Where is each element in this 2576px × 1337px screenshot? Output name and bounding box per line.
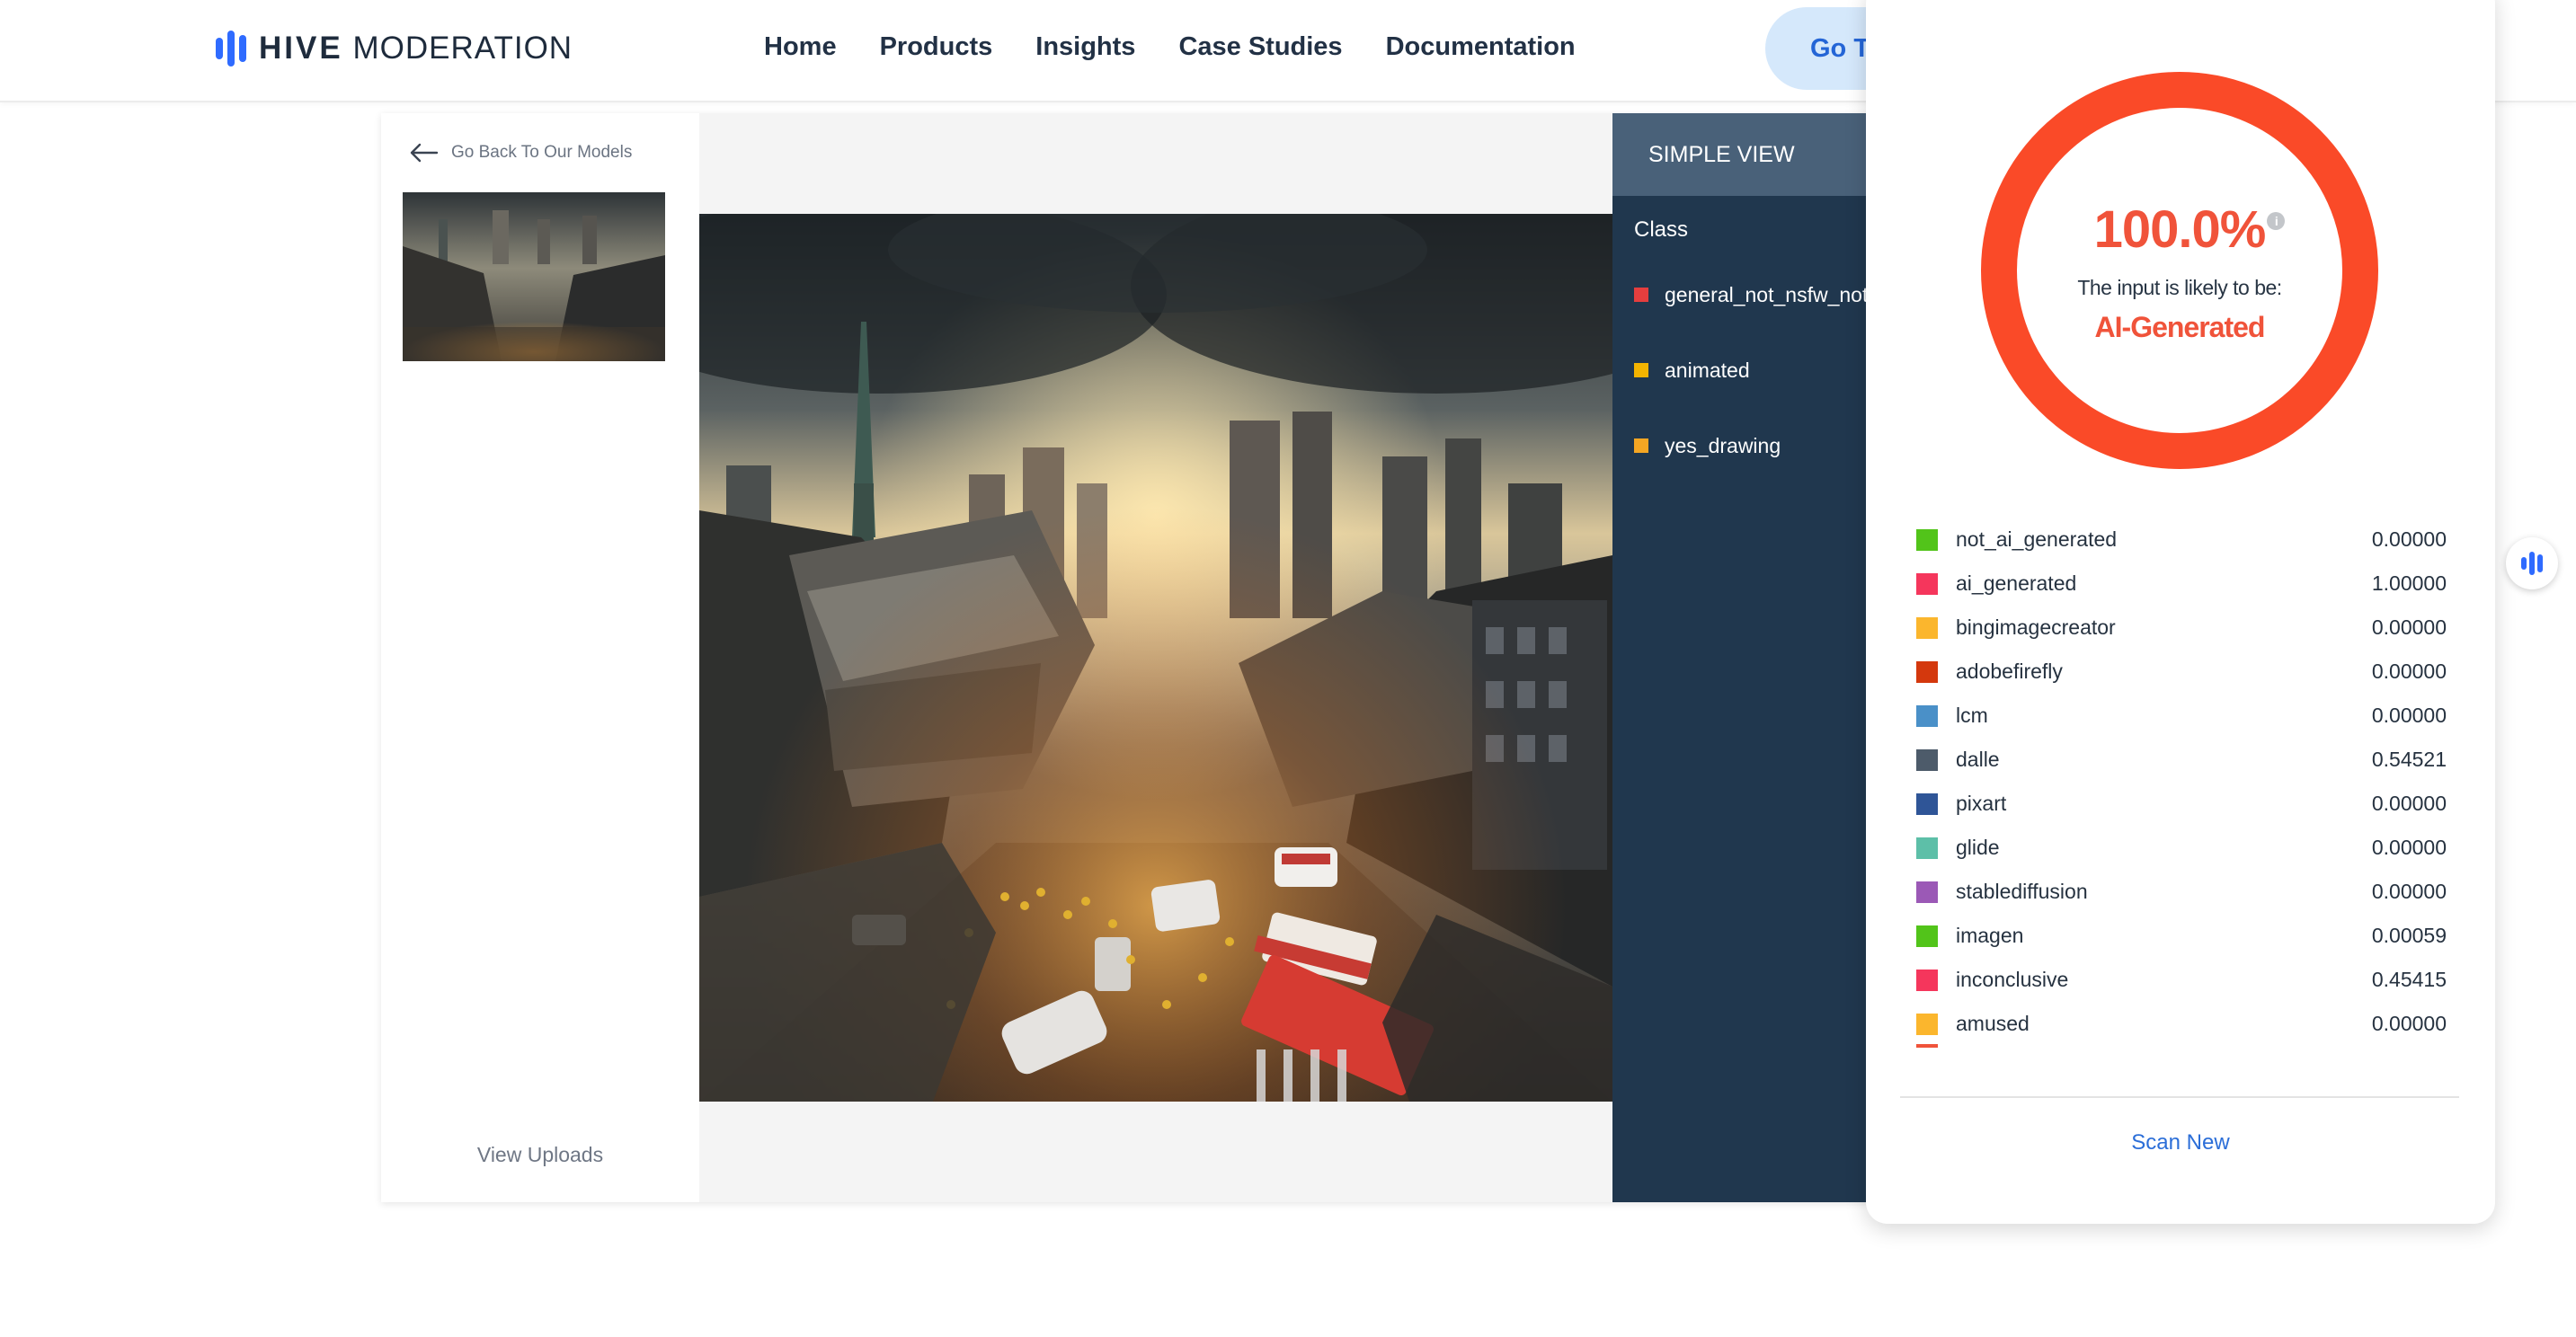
class-column-header: Class: [1634, 217, 1689, 242]
score-value: 0.45415: [2371, 968, 2447, 991]
nav-documentation[interactable]: Documentation: [1386, 27, 1576, 66]
score-row: adobefirefly 0.00000: [1916, 650, 2447, 694]
image-preview-area: [699, 113, 1612, 1202]
back-link-label: Go Back To Our Models: [451, 143, 633, 162]
class-label: yes_drawing: [1665, 433, 1781, 457]
ai-detection-result-popup: 100.0% i The input is likely to be: AI-G…: [1866, 0, 2495, 1224]
score-row: bingimagecreator 0.00000: [1916, 606, 2447, 650]
score-name: pixart: [1956, 792, 2007, 815]
score-row: amused 0.00000: [1916, 1002, 2447, 1046]
score-row: imagen 0.00059: [1916, 914, 2447, 958]
score-name: ai_generated: [1956, 571, 2077, 595]
score-value: 0.00000: [2371, 660, 2447, 683]
score-name: dalle: [1956, 748, 2000, 771]
score-value: 0.54521: [2371, 748, 2447, 771]
score-color-swatch: [1916, 704, 1938, 727]
likely-label: The input is likely to be:: [2077, 276, 2282, 299]
score-row: not_ai_generated 0.00000: [1916, 518, 2447, 562]
popup-divider: [1900, 1096, 2459, 1098]
hive-widget-launcher-icon[interactable]: [2506, 537, 2558, 589]
percent-value: 100.0%: [2093, 200, 2267, 259]
ring-content: 100.0% i The input is likely to be: AI-G…: [2017, 108, 2342, 433]
simple-view-panel: SIMPLE VIEW Class general_not_nsfw_not_s…: [1612, 113, 1909, 1202]
nav-products[interactable]: Products: [880, 27, 993, 66]
class-label: animated: [1665, 358, 1750, 382]
score-name: glide: [1956, 836, 2000, 859]
simple-view-tab[interactable]: SIMPLE VIEW: [1612, 113, 1909, 196]
model-score-list[interactable]: not_ai_generated 0.00000 ai_generated 1.00…: [1916, 518, 2447, 1057]
nav-home[interactable]: Home: [764, 27, 837, 66]
score-value: 0.00000: [2371, 615, 2447, 639]
score-name: not_ai_generated: [1956, 527, 2118, 551]
score-value: 0.00000: [2371, 836, 2447, 859]
score-color-swatch: [1916, 925, 1938, 947]
class-item: animated: [1634, 352, 1750, 388]
verdict-label: AI-Generated: [2094, 311, 2266, 343]
score-name: bingimagecreator: [1956, 615, 2116, 639]
score-name: stablediffusion: [1956, 880, 2088, 903]
score-row: glide 0.00000: [1916, 826, 2447, 870]
score-value: 1.00000: [2371, 571, 2447, 595]
logo-text: HIVE MODERATION: [259, 31, 573, 66]
score-row: inconclusive 0.45415: [1916, 958, 2447, 1002]
score-row: stablediffusion 0.00000: [1916, 870, 2447, 914]
score-row: dalle 0.54521: [1916, 738, 2447, 782]
class-color-swatch: [1634, 288, 1648, 302]
demo-card: Go Back To Our Models View Uploads SIMPL…: [381, 113, 1909, 1202]
info-icon[interactable]: i: [2267, 212, 2286, 230]
score-value: 0.00000: [2371, 527, 2447, 551]
thumbnail-image: [403, 192, 665, 361]
upload-thumbnail[interactable]: [403, 192, 665, 361]
score-value: 0.00000: [2371, 1012, 2447, 1035]
next-row-swatch-cutoff: [1916, 1044, 1938, 1048]
city-disaster-image: [699, 214, 1612, 1102]
score-name: amused: [1956, 1012, 2030, 1035]
score-row: ai_generated 1.00000: [1916, 562, 2447, 606]
score-row: lcm 0.00000: [1916, 694, 2447, 738]
analyzed-image: [699, 214, 1612, 1102]
score-color-swatch: [1916, 792, 1938, 815]
back-to-models-link[interactable]: Go Back To Our Models: [408, 142, 632, 164]
arrow-left-icon: [410, 143, 439, 163]
score-color-swatch: [1916, 1013, 1938, 1035]
score-color-swatch: [1916, 616, 1938, 639]
score-color-swatch: [1916, 837, 1938, 859]
class-item: yes_drawing: [1634, 428, 1781, 464]
score-color-swatch: [1916, 528, 1938, 551]
score-value: 0.00059: [2371, 924, 2447, 947]
scan-new-button[interactable]: Scan New: [1866, 1116, 2495, 1170]
score-name: adobefirefly: [1956, 660, 2063, 683]
score-value: 0.00000: [2371, 792, 2447, 815]
score-value: 0.00000: [2371, 880, 2447, 903]
class-color-swatch: [1634, 363, 1648, 377]
view-uploads-link[interactable]: View Uploads: [381, 1143, 699, 1167]
score-name: lcm: [1956, 704, 1988, 727]
main-nav: Home Products Insights Case Studies Docu…: [764, 27, 1576, 66]
score-color-swatch: [1916, 572, 1938, 595]
score-color-swatch: [1916, 660, 1938, 683]
uploads-sidebar: Go Back To Our Models View Uploads: [381, 113, 699, 1202]
hive-logo-icon: [216, 31, 246, 66]
nav-insights[interactable]: Insights: [1035, 27, 1135, 66]
score-color-swatch: [1916, 969, 1938, 991]
class-color-swatch: [1634, 438, 1648, 453]
score-row: pixart 0.00000: [1916, 782, 2447, 826]
score-color-swatch: [1916, 748, 1938, 771]
score-name: imagen: [1956, 924, 2024, 947]
score-color-swatch: [1916, 881, 1938, 903]
confidence-percent: 100.0% i: [2093, 199, 2286, 260]
score-value: 0.00000: [2371, 704, 2447, 727]
score-name: inconclusive: [1956, 968, 2069, 991]
hive-logo[interactable]: HIVE MODERATION: [216, 31, 573, 66]
nav-case-studies[interactable]: Case Studies: [1178, 27, 1342, 66]
confidence-ring: 100.0% i The input is likely to be: AI-G…: [1981, 72, 2378, 469]
